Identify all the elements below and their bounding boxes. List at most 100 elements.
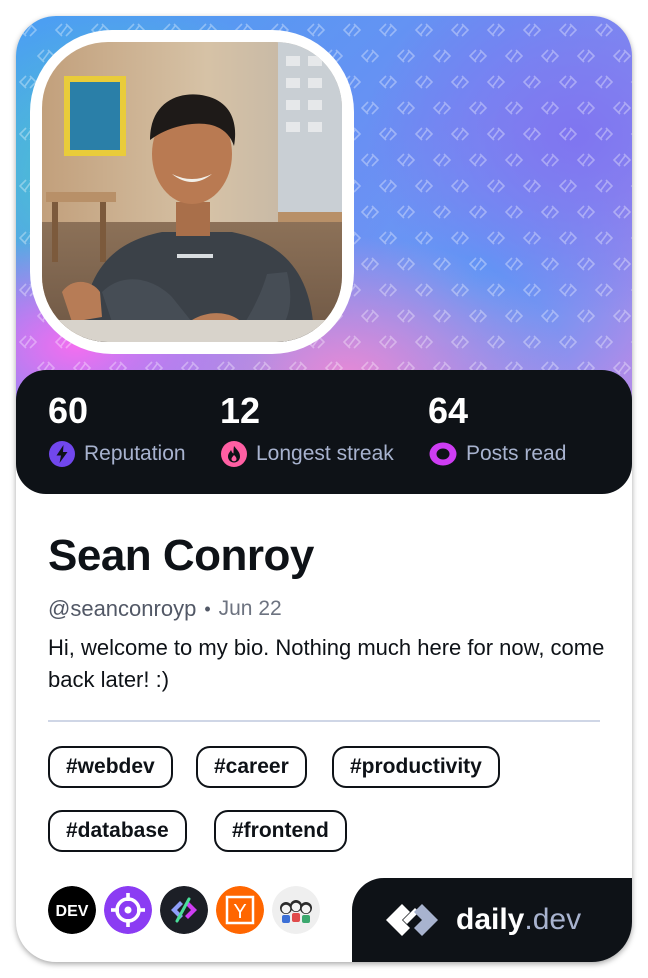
pattern-glyph (396, 153, 416, 167)
pattern-glyph (414, 231, 434, 245)
pattern-glyph (18, 23, 38, 37)
pattern-glyph (522, 179, 542, 193)
pattern-glyph (576, 257, 596, 271)
crosshair-icon (104, 886, 152, 934)
pattern-glyph (504, 153, 524, 167)
stat-value: 12 (220, 390, 261, 431)
pattern-glyph (486, 75, 506, 89)
pattern-glyph (612, 101, 632, 115)
pattern-glyph (468, 205, 488, 219)
pattern-glyph (540, 153, 560, 167)
pattern-glyph (432, 257, 452, 271)
pattern-glyph (468, 257, 488, 271)
stat-reputation: 60 Reputation (48, 390, 186, 468)
pattern-glyph (504, 101, 524, 115)
pattern-glyph (486, 127, 506, 141)
pattern-glyph (396, 205, 416, 219)
pattern-glyph (414, 179, 434, 193)
source-dev[interactable]: DEV (48, 886, 96, 934)
tag-database[interactable]: #database (48, 810, 187, 852)
pattern-glyph (360, 309, 380, 323)
avatar[interactable] (42, 42, 342, 342)
pattern-glyph (450, 335, 470, 349)
pattern-glyph (576, 153, 596, 167)
source-hacker-news[interactable]: Y (216, 886, 264, 934)
pattern-glyph (378, 127, 398, 141)
pattern-glyph (342, 335, 362, 349)
source-label: DEV (56, 903, 89, 920)
pattern-glyph (396, 101, 416, 115)
people-avatars-icon (272, 886, 320, 934)
pattern-glyph (576, 309, 596, 323)
pattern-glyph (468, 153, 488, 167)
pattern-glyph (594, 335, 614, 349)
pattern-glyph (396, 309, 416, 323)
tag-frontend[interactable]: #frontend (214, 810, 347, 852)
pattern-glyph (360, 257, 380, 271)
pattern-glyph (594, 179, 614, 193)
stat-label-text: Posts read (466, 442, 567, 465)
pattern-glyph (612, 309, 632, 323)
brand-wordmark: daily.dev (456, 902, 581, 938)
pattern-glyph (486, 335, 506, 349)
pattern-glyph (450, 283, 470, 297)
stat-posts-read: 64 Posts read (428, 390, 566, 468)
pattern-glyph (558, 335, 578, 349)
pattern-glyph (468, 309, 488, 323)
pattern-glyph (612, 205, 632, 219)
pattern-glyph (612, 49, 632, 63)
pattern-glyph (414, 23, 434, 37)
pattern-glyph (612, 361, 632, 375)
pattern-glyph (558, 23, 578, 37)
tag-webdev[interactable]: #webdev (48, 746, 173, 788)
pattern-glyph (54, 23, 74, 37)
pattern-glyph (486, 283, 506, 297)
pattern-glyph (414, 283, 434, 297)
stats-bar: 60 Reputation 12 Longest streak 64 Posts… (16, 370, 632, 494)
pattern-glyph (18, 335, 38, 349)
brand-suffix: .dev (524, 903, 582, 936)
tag-career[interactable]: #career (196, 746, 307, 788)
stat-label: Reputation (48, 440, 186, 468)
flame-icon (221, 441, 247, 467)
pattern-glyph (450, 231, 470, 245)
pattern-glyph (450, 75, 470, 89)
pattern-glyph (504, 205, 524, 219)
pattern-glyph (486, 23, 506, 37)
pattern-glyph (468, 49, 488, 63)
source-people[interactable] (272, 886, 320, 934)
pattern-glyph (360, 101, 380, 115)
pattern-glyph (504, 309, 524, 323)
pattern-glyph (414, 127, 434, 141)
pattern-glyph (540, 101, 560, 115)
stat-label: Posts read (428, 440, 566, 468)
hacker-news-icon: Y (216, 886, 264, 934)
tag-productivity[interactable]: #productivity (332, 746, 500, 788)
stat-label: Longest streak (220, 440, 394, 468)
joined-date: Jun 22 (218, 597, 282, 620)
pattern-glyph (594, 75, 614, 89)
pattern-glyph (432, 153, 452, 167)
pattern-glyph (360, 153, 380, 167)
pattern-glyph (450, 23, 470, 37)
pattern-glyph (360, 49, 380, 63)
source-crosshair[interactable] (104, 886, 152, 934)
pattern-glyph (576, 49, 596, 63)
pattern-glyph (540, 49, 560, 63)
stat-value: 60 (48, 390, 89, 431)
pattern-glyph (504, 257, 524, 271)
source-daily-dev[interactable] (160, 886, 208, 934)
pattern-glyph (378, 179, 398, 193)
pattern-glyph (540, 309, 560, 323)
stat-longest-streak: 12 Longest streak (220, 390, 394, 468)
pattern-glyph (486, 179, 506, 193)
pattern-glyph (486, 231, 506, 245)
daily-dev-brand[interactable]: daily.dev (352, 878, 632, 962)
pattern-glyph (396, 49, 416, 63)
profile-handle[interactable]: @seanconroyp (48, 594, 196, 624)
divider (48, 720, 600, 722)
pattern-glyph (378, 231, 398, 245)
stat-value: 64 (428, 390, 469, 431)
daily-dev-logo-icon (386, 904, 438, 936)
pattern-glyph (522, 283, 542, 297)
